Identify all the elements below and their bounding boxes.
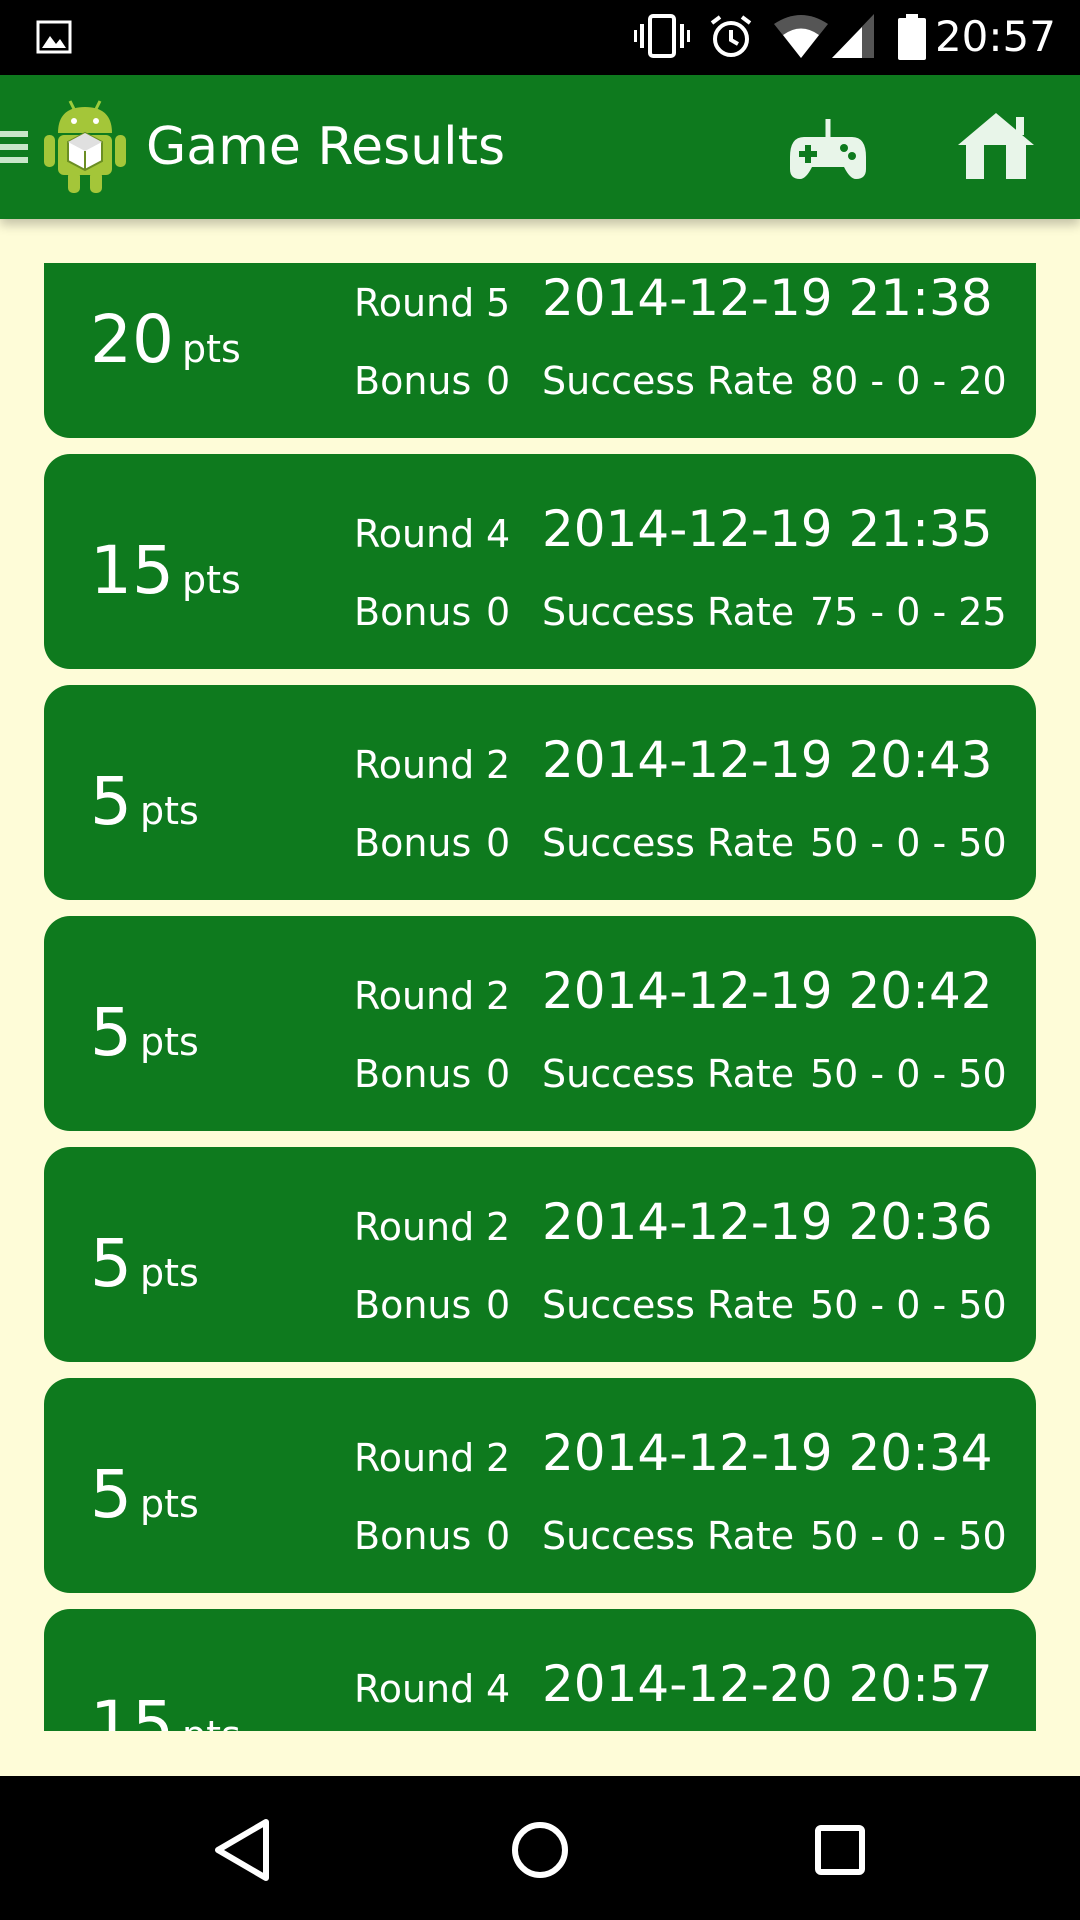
points-value: 5 pts [90, 1225, 199, 1302]
points-number: 15 [90, 532, 174, 609]
points-number: 5 [90, 994, 132, 1071]
success-rate-label: Success Rate [542, 590, 795, 634]
success-rate-value: 75 - 0 - 25 [810, 590, 1007, 634]
points-number: 20 [90, 301, 174, 378]
result-card[interactable]: 20 pts Round 5 2014-12-19 21:38 Bonus 0 S… [44, 263, 1036, 438]
result-card[interactable]: 5 pts Round 2 2014-12-19 20:34 Bonus 0 Su… [44, 1378, 1036, 1593]
alarm-icon [710, 15, 752, 57]
success-rate-label: Success Rate [542, 821, 795, 865]
android-app-icon[interactable] [42, 97, 128, 197]
bonus-value: 0 [486, 1514, 511, 1558]
date-text: 2014-12-19 20:36 [542, 1193, 993, 1251]
round-value: 2 [486, 1205, 511, 1249]
result-card[interactable]: 15 pts Round 4 2014-12-20 20:57 [44, 1609, 1036, 1731]
bonus-value: 0 [486, 821, 511, 865]
bonus-label: Bonus [354, 821, 472, 865]
back-icon[interactable] [206, 1814, 278, 1886]
success-rate-label: Success Rate [542, 1514, 795, 1558]
bonus-value: 0 [486, 359, 511, 403]
bonus-label: Bonus [354, 359, 472, 403]
round-value: 2 [486, 1436, 511, 1480]
points-value: 15pts [90, 532, 241, 609]
round-label: Round [354, 1667, 475, 1711]
round-label: Round [354, 512, 475, 556]
result-card[interactable]: 5 pts Round 2 2014-12-19 20:36 Bonus 0 Su… [44, 1147, 1036, 1362]
result-card[interactable]: 5 pts Round 2 2014-12-19 20:42 Bonus 0 Su… [44, 916, 1036, 1131]
round-value: 2 [486, 974, 511, 1018]
points-unit: pts [182, 1713, 241, 1731]
points-value: 20 pts [90, 301, 241, 378]
bonus-value: 0 [486, 590, 511, 634]
round-value: 4 [486, 1667, 511, 1711]
points-value: 5 pts [90, 763, 199, 840]
menu-icon[interactable] [0, 127, 30, 167]
points-unit: pts [140, 1251, 199, 1295]
bonus-label: Bonus [354, 1514, 472, 1558]
round-value: 4 [486, 512, 511, 556]
points-unit: pts [181, 558, 241, 602]
round-label: Round [354, 974, 475, 1018]
bonus-value: 0 [486, 1052, 511, 1096]
app-bar: Game Results [0, 75, 1080, 219]
page-title: Game Results [146, 117, 506, 177]
success-rate-value: 50 - 0 - 50 [810, 821, 1007, 865]
bonus-label: Bonus [354, 1283, 472, 1327]
result-card[interactable]: 15 pts Round 4 2014-12-19 21:35 Bonus 0 S… [44, 454, 1036, 669]
points-value: 15 pts [90, 1687, 241, 1731]
results-list[interactable]: 20 pts Round 5 2014-12-19 21:38 Bonus 0 S… [0, 219, 1080, 1731]
round-label: Round [354, 743, 475, 787]
points-unit: pts [140, 789, 199, 833]
points-unit: pts [140, 1482, 199, 1526]
home-circle-icon[interactable] [504, 1814, 576, 1886]
date-text: 2014-12-19 21:35 [542, 500, 993, 558]
points-number: 5 [90, 1456, 132, 1533]
success-rate-value: 50 - 0 - 50 [810, 1283, 1007, 1327]
success-rate-value: 50 - 0 - 50 [810, 1052, 1007, 1096]
points-number: 5 [90, 763, 132, 840]
points-unit: pts [140, 1020, 199, 1064]
success-rate-label: Success Rate [542, 359, 795, 403]
success-rate-value: 50 - 0 - 50 [810, 1514, 1007, 1558]
image-icon [36, 20, 72, 54]
success-rate-value: 80 - 0 - 20 [810, 359, 1007, 403]
status-bar: 20:57 [0, 0, 1080, 75]
success-rate-label: Success Rate [542, 1052, 795, 1096]
round-value: 2 [486, 743, 511, 787]
gamepad-icon[interactable] [790, 117, 866, 181]
bonus-value: 0 [486, 1283, 511, 1327]
wifi-icon [774, 15, 828, 58]
result-card[interactable]: 5 pts Round 2 2014-12-19 20:43 Bonus 0 Su… [44, 685, 1036, 900]
points-number: 5 [90, 1225, 132, 1302]
date-text: 2014-12-19 21:38 [542, 269, 993, 327]
navigation-bar [0, 1776, 1080, 1920]
success-rate-label: Success Rate [542, 1283, 795, 1327]
recents-icon[interactable] [804, 1814, 876, 1886]
battery-icon [898, 14, 926, 60]
home-icon[interactable] [958, 111, 1034, 181]
vibrate-icon [634, 14, 690, 58]
date-text: 2014-12-20 20:57 [542, 1655, 993, 1713]
points-value: 5 pts [90, 1456, 199, 1533]
bonus-label: Bonus [354, 590, 472, 634]
clock: 20:57 [934, 12, 1056, 61]
round-label: Round [354, 1205, 475, 1249]
date-text: 2014-12-19 20:42 [542, 962, 993, 1020]
points-number: 15 [90, 1687, 174, 1731]
date-text: 2014-12-19 20:43 [542, 731, 993, 789]
date-text: 2014-12-19 20:34 [542, 1424, 993, 1482]
round-value: 5 [486, 281, 511, 325]
points-unit: pts [181, 327, 241, 371]
points-value: 5 pts [90, 994, 199, 1071]
round-label: Round [354, 1436, 475, 1480]
round-label: Round [354, 281, 475, 325]
signal-icon [832, 14, 874, 58]
bonus-label: Bonus [354, 1052, 472, 1096]
